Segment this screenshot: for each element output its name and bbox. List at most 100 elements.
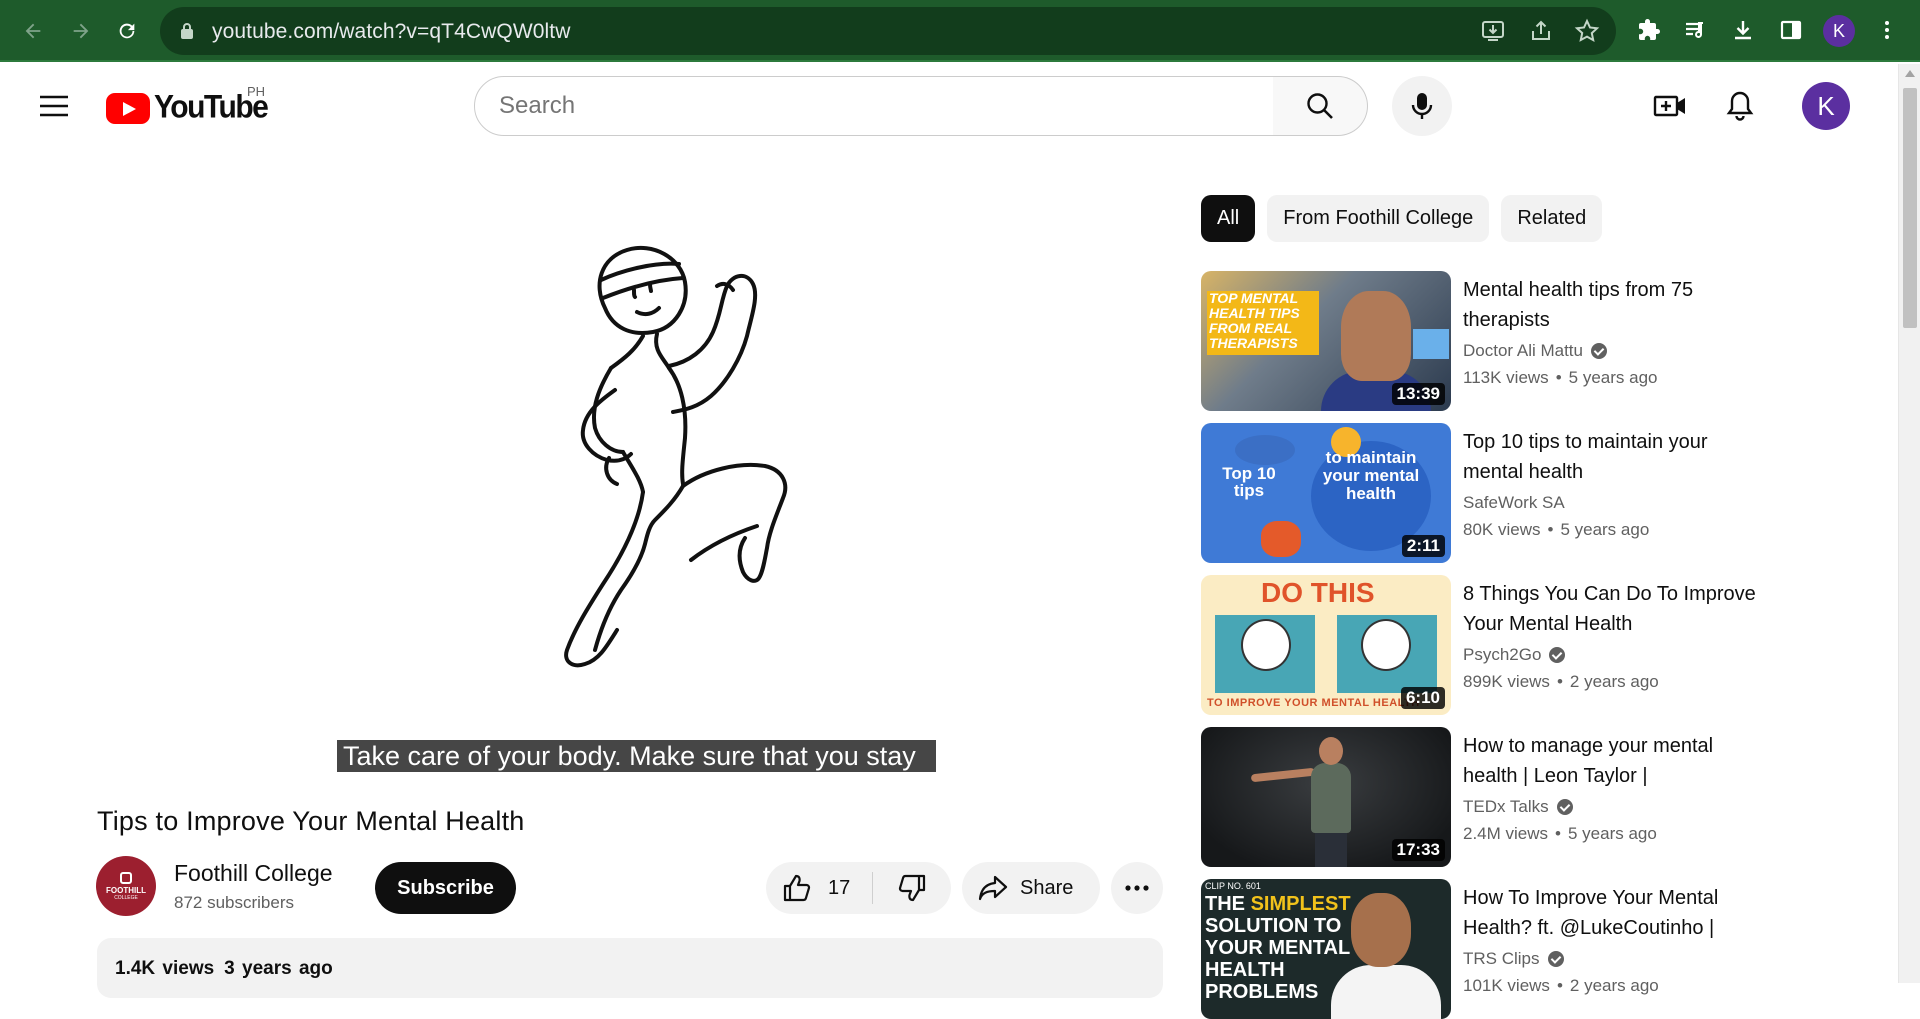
region-code: PH	[247, 84, 266, 99]
channel-avatar[interactable]: FOOTHILL COLLEGE	[96, 856, 156, 916]
like-button[interactable]: 17	[766, 862, 872, 914]
search-input[interactable]	[499, 92, 1239, 120]
dislike-button[interactable]	[873, 862, 951, 914]
thumbnail-text: TOP MENTAL HEALTH TIPS FROM REAL THERAPI…	[1209, 290, 1300, 351]
recommendation-title[interactable]: Top 10 tips to maintain your mental heal…	[1463, 427, 1763, 487]
scroll-thumb[interactable]	[1903, 88, 1917, 328]
views: 899K views	[1463, 672, 1550, 691]
browser-profile-avatar[interactable]: K	[1823, 15, 1855, 47]
recommendation-item[interactable]: TOP MENTAL HEALTH TIPS FROM REAL THERAPI…	[1201, 271, 1881, 411]
video-caption: Take care of your body. Make sure that y…	[337, 740, 936, 772]
recommendation-item[interactable]: Top 10 tips to maintain your mental heal…	[1201, 423, 1881, 563]
youtube-logo[interactable]: YouTube	[106, 90, 269, 126]
recommendation-item[interactable]: 17:33 How to manage your mental health |…	[1201, 727, 1881, 867]
verified-check-icon	[1547, 951, 1564, 967]
recommendation-item[interactable]: DO THIS TO IMPROVE YOUR MENTAL HEALTH 6:…	[1201, 575, 1881, 715]
recommendation-title[interactable]: 8 Things You Can Do To Improve Your Ment…	[1463, 579, 1763, 639]
create-button[interactable]	[1650, 86, 1690, 126]
arrow-right-icon	[73, 23, 89, 39]
subscriber-count: 872 subscribers	[174, 893, 295, 912]
chip-all[interactable]: All	[1201, 195, 1256, 242]
video-thumbnail[interactable]: TOP MENTAL HEALTH TIPS FROM REAL THERAPI…	[1201, 271, 1451, 411]
related-filter-chips: All From Foothill College Related	[1201, 195, 1603, 242]
extensions-button[interactable]	[1634, 15, 1664, 45]
notifications-button[interactable]	[1720, 86, 1760, 126]
recommendation-meta: 2.4M views • 5 years ago	[1463, 824, 1657, 843]
video-player[interactable]	[97, 150, 1163, 778]
install-app-icon[interactable]	[1480, 18, 1506, 44]
thumbnail-food-shape	[1261, 521, 1301, 557]
channel-avatar-text: FOOTHILL	[106, 885, 146, 895]
browser-menu-button[interactable]	[1872, 15, 1902, 45]
recommendation-channel[interactable]: SafeWork SA	[1463, 493, 1565, 513]
video-thumbnail[interactable]: 17:33	[1201, 727, 1451, 867]
video-duration: 17:33	[1391, 839, 1445, 861]
age: 5 years ago	[1567, 824, 1657, 843]
recommendation-channel[interactable]: Psych2Go	[1463, 645, 1566, 665]
recommendation-meta: 899K views • 2 years ago	[1463, 672, 1659, 691]
like-dislike-group: 17	[766, 862, 951, 914]
recommendation-title[interactable]: How to manage your mental health | Leon …	[1463, 731, 1763, 791]
chip-from-channel[interactable]: From Foothill College	[1267, 195, 1490, 242]
reload-button[interactable]	[106, 10, 148, 52]
search-button[interactable]	[1273, 76, 1368, 136]
subscribe-button[interactable]: Subscribe	[375, 862, 516, 914]
youtube-masthead: YouTube PH K	[0, 64, 1898, 150]
voice-search-button[interactable]	[1392, 76, 1452, 136]
account-avatar[interactable]: K	[1802, 82, 1850, 130]
thumbnail-text: THE SIMPLEST SOLUTION TO YOUR MENTAL HEA…	[1205, 893, 1351, 1003]
thumbnail-character-right	[1361, 619, 1411, 671]
hamburger-menu-icon[interactable]	[36, 88, 72, 124]
browser-toolbar: youtube.com/watch?v=qT4CwQW0ltw K	[0, 0, 1920, 62]
forward-button[interactable]	[60, 10, 102, 52]
channel-name[interactable]: Foothill College	[174, 860, 333, 887]
search-box[interactable]	[474, 76, 1274, 136]
arrow-left-icon	[25, 23, 41, 39]
thumbnail-speaker-head	[1319, 737, 1343, 765]
media-controls-button[interactable]	[1680, 15, 1710, 45]
side-panel-icon	[1780, 20, 1802, 40]
thumbnail-clip-label: CLIP NO. 601	[1205, 881, 1261, 891]
verified-check-icon	[1591, 343, 1607, 359]
video-thumbnail[interactable]: Top 10 tips to maintain your mental heal…	[1201, 423, 1451, 563]
channel-label: Psych2Go	[1463, 645, 1542, 664]
video-thumbnail[interactable]: CLIP NO. 601 THE SIMPLEST SOLUTION TO YO…	[1201, 879, 1451, 1019]
page-scrollbar[interactable]	[1898, 64, 1920, 983]
video-thumbnail[interactable]: DO THIS TO IMPROVE YOUR MENTAL HEALTH 6:…	[1201, 575, 1451, 715]
play-logo-icon	[106, 92, 150, 124]
thumbnail-speaker-legs	[1315, 827, 1347, 867]
recommendation-channel[interactable]: Doctor Ali Mattu	[1463, 341, 1607, 361]
side-panel-button[interactable]	[1776, 15, 1806, 45]
age: 5 years ago	[1568, 368, 1658, 387]
back-button[interactable]	[12, 10, 54, 52]
url-text: youtube.com/watch?v=qT4CwQW0ltw	[212, 20, 571, 43]
age: 5 years ago	[1560, 520, 1650, 539]
share-page-icon[interactable]	[1528, 18, 1554, 44]
recommendation-channel[interactable]: TEDx Talks	[1463, 797, 1573, 817]
age: 2 years ago	[1569, 976, 1659, 995]
thumbnail-character-left	[1241, 619, 1291, 671]
recommendation-meta: 113K views • 5 years ago	[1463, 368, 1658, 387]
chip-related[interactable]: Related	[1501, 195, 1603, 242]
address-bar[interactable]: youtube.com/watch?v=qT4CwQW0ltw	[160, 7, 1616, 55]
recommendation-item[interactable]: CLIP NO. 601 THE SIMPLEST SOLUTION TO YO…	[1201, 879, 1881, 1019]
thumbnail-text-right: to maintain your mental health	[1322, 448, 1420, 503]
channel-label: TEDx Talks	[1463, 797, 1549, 816]
bookmark-star-icon[interactable]	[1574, 18, 1600, 44]
video-duration: 13:39	[1391, 383, 1445, 405]
video-camera-plus-icon	[1653, 95, 1685, 117]
share-button[interactable]: Share	[962, 862, 1100, 914]
downloads-button[interactable]	[1728, 15, 1758, 45]
search-icon	[1307, 93, 1333, 119]
recommendation-title[interactable]: How To Improve Your Mental Health? ft. @…	[1463, 883, 1763, 943]
description-box[interactable]: 1.4K views 3 years ago	[97, 938, 1163, 998]
scroll-up-arrow-icon[interactable]	[1905, 70, 1915, 77]
more-actions-button[interactable]	[1111, 862, 1163, 914]
recommendation-channel[interactable]: TRS Clips	[1463, 949, 1564, 969]
channel-label: Doctor Ali Mattu	[1463, 341, 1583, 360]
verified-check-icon	[1556, 799, 1573, 815]
more-horizontal-icon	[1125, 885, 1149, 891]
recommendation-title[interactable]: Mental health tips from 75 therapists	[1463, 275, 1763, 335]
video-title: Tips to Improve Your Mental Health	[97, 806, 525, 836]
video-duration: 2:11	[1401, 535, 1445, 557]
